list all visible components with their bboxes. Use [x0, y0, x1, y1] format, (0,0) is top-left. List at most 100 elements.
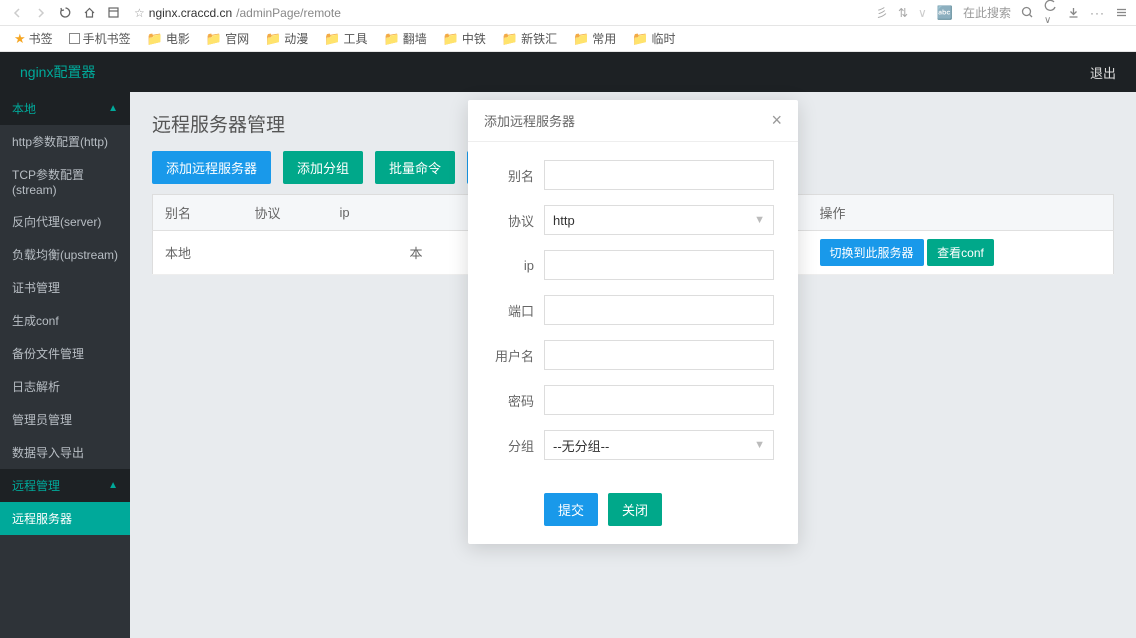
bookmark-root[interactable]: ★ 书签: [8, 28, 59, 49]
sidebar-item-remote-server[interactable]: 远程服务器: [0, 502, 130, 535]
cell-ip: [328, 231, 398, 275]
chevron-down-icon: ▼: [754, 214, 765, 226]
app-logo: nginx配置器: [20, 62, 95, 82]
ip-input[interactable]: [544, 250, 774, 280]
bookmark-folder[interactable]: 📁动漫: [259, 28, 314, 49]
undo-icon[interactable]: ∨: [1044, 0, 1057, 26]
bookmark-label: 电影: [166, 30, 190, 47]
add-server-button[interactable]: 添加远程服务器: [152, 151, 271, 184]
add-server-modal: 添加远程服务器 × 别名 协议 http ▼ ip: [468, 100, 798, 544]
download-icon[interactable]: [1067, 6, 1080, 19]
browser-toolbar: ☆ nginx.craccd.cn/adminPage/remote 彡 ⇅ ∨…: [0, 0, 1136, 26]
bookmark-label: 翻墙: [403, 30, 427, 47]
cell-alias: 本地: [153, 231, 243, 275]
sidebar-item-server[interactable]: 反向代理(server): [0, 205, 130, 238]
batch-cmd-button[interactable]: 批量命令: [375, 151, 455, 184]
bookmark-folder[interactable]: 📁临时: [626, 28, 681, 49]
folder-icon: 📁: [632, 31, 648, 47]
table-header-alias: 别名: [153, 195, 243, 231]
favorite-icon[interactable]: ☆: [134, 6, 145, 20]
bookmark-label: 手机书签: [83, 30, 131, 47]
sidebar-item-stream[interactable]: TCP参数配置(stream): [0, 158, 130, 205]
forward-button[interactable]: [32, 4, 50, 22]
main-content: 远程服务器管理 添加远程服务器 添加分组 批量命令 别名 协议 ip 操作 本地: [130, 92, 1136, 638]
sidebar-item-genconf[interactable]: 生成conf: [0, 304, 130, 337]
tabs-button[interactable]: [104, 4, 122, 22]
translate-icon[interactable]: 🔤: [937, 5, 953, 21]
folder-icon: 📁: [265, 31, 281, 47]
star-icon: ★: [14, 31, 26, 47]
bookmark-label: 工具: [343, 30, 367, 47]
cell-protocol: [243, 231, 328, 275]
bookmark-label: 临时: [652, 30, 676, 47]
bookmark-label: 中铁: [462, 30, 486, 47]
page-icon: [69, 33, 80, 44]
close-button[interactable]: 关闭: [608, 493, 662, 526]
search-placeholder[interactable]: 在此搜索: [963, 4, 1011, 21]
protocol-select[interactable]: http ▼: [544, 205, 774, 235]
bookmark-label: 新铁汇: [521, 30, 557, 47]
modal-body: 别名 协议 http ▼ ip 端口: [468, 142, 798, 493]
sidebar-group-remote[interactable]: 远程管理 ▲: [0, 469, 130, 502]
label-port: 端口: [486, 301, 544, 320]
folder-icon: 📁: [384, 31, 400, 47]
switch-server-button[interactable]: 切换到此服务器: [820, 239, 924, 266]
sidebar-item-upstream[interactable]: 负载均衡(upstream): [0, 238, 130, 271]
bookmark-label: 官网: [225, 30, 249, 47]
port-input[interactable]: [544, 295, 774, 325]
submit-button[interactable]: 提交: [544, 493, 598, 526]
add-group-button[interactable]: 添加分组: [283, 151, 363, 184]
folder-icon: 📁: [443, 31, 459, 47]
bookmark-folder[interactable]: 📁新铁汇: [496, 28, 563, 49]
modal-footer: 提交 关闭: [468, 493, 798, 544]
reader-icon[interactable]: 彡: [876, 4, 888, 21]
cell-action: 切换到此服务器 查看conf: [808, 231, 1114, 275]
bookmark-folder[interactable]: 📁翻墙: [378, 28, 433, 49]
folder-icon: 📁: [573, 31, 589, 47]
menu-icon[interactable]: [1115, 6, 1128, 19]
reload-button[interactable]: [56, 4, 74, 22]
sidebar-item-http[interactable]: http参数配置(http): [0, 125, 130, 158]
label-protocol: 协议: [486, 211, 544, 230]
sidebar-group-local[interactable]: 本地 ▲: [0, 92, 130, 125]
label-password: 密码: [486, 391, 544, 410]
sidebar-item-import[interactable]: 数据导入导出: [0, 436, 130, 469]
group-select[interactable]: --无分组-- ▼: [544, 430, 774, 460]
bookmark-bar: ★ 书签 手机书签 📁电影 📁官网 📁动漫 📁工具 📁翻墙 📁中铁 📁新铁汇 📁…: [0, 26, 1136, 52]
bookmark-folder[interactable]: 📁工具: [318, 28, 373, 49]
search-icon[interactable]: [1021, 6, 1034, 19]
logout-link[interactable]: 退出: [1090, 63, 1116, 82]
sync-icon[interactable]: ⇅: [898, 6, 908, 20]
back-button[interactable]: [8, 4, 26, 22]
folder-icon: 📁: [206, 31, 222, 47]
sidebar: 本地 ▲ http参数配置(http) TCP参数配置(stream) 反向代理…: [0, 92, 130, 638]
bookmark-folder[interactable]: 📁官网: [200, 28, 255, 49]
home-button[interactable]: [80, 4, 98, 22]
select-value: --无分组--: [553, 436, 609, 455]
chevron-down-icon: ▼: [754, 439, 765, 451]
close-icon[interactable]: ×: [771, 110, 782, 131]
password-input[interactable]: [544, 385, 774, 415]
username-input[interactable]: [544, 340, 774, 370]
more-icon[interactable]: ···: [1090, 6, 1105, 20]
folder-icon: 📁: [147, 31, 163, 47]
label-group: 分组: [486, 436, 544, 455]
address-bar[interactable]: ☆ nginx.craccd.cn/adminPage/remote: [134, 6, 341, 20]
sidebar-item-backup[interactable]: 备份文件管理: [0, 337, 130, 370]
bookmark-folder[interactable]: 📁常用: [567, 28, 622, 49]
bookmark-mobile[interactable]: 手机书签: [63, 28, 137, 49]
folder-icon: 📁: [324, 31, 340, 47]
label-ip: ip: [486, 258, 544, 273]
bookmark-folder[interactable]: 📁电影: [141, 28, 196, 49]
view-conf-button[interactable]: 查看conf: [927, 239, 994, 266]
bookmark-folder[interactable]: 📁中铁: [437, 28, 492, 49]
sidebar-item-admin[interactable]: 管理员管理: [0, 403, 130, 436]
alias-input[interactable]: [544, 160, 774, 190]
sidebar-item-cert[interactable]: 证书管理: [0, 271, 130, 304]
sidebar-item-log[interactable]: 日志解析: [0, 370, 130, 403]
modal-header: 添加远程服务器 ×: [468, 100, 798, 142]
select-value: http: [553, 213, 575, 228]
sidebar-group-label: 远程管理: [12, 477, 60, 494]
url-domain: nginx.craccd.cn: [149, 6, 232, 20]
table-header-protocol: 协议: [243, 195, 328, 231]
